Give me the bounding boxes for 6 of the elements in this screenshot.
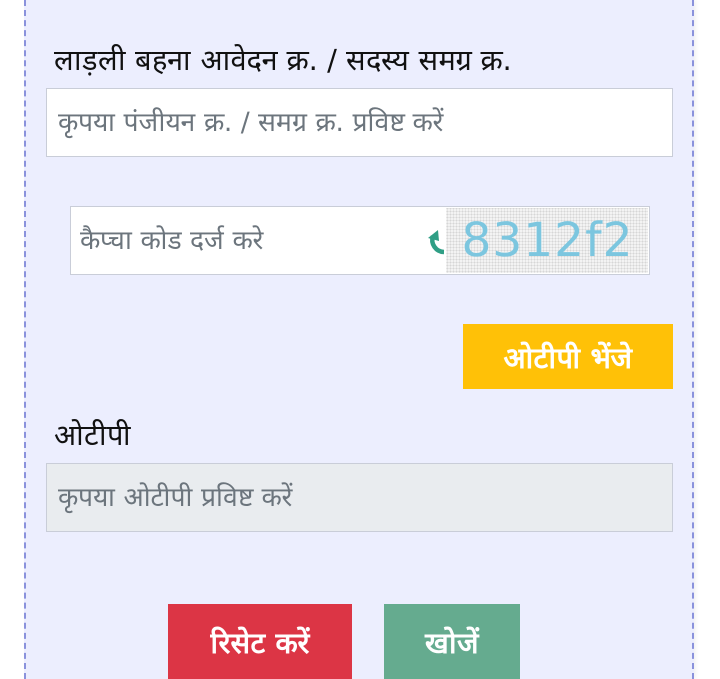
reset-button[interactable]: रिसेट करें <box>168 604 352 679</box>
application-number-input[interactable]: कृपया पंजीयन क्र. / समग्र क्र. प्रविष्ट करें <box>46 88 673 157</box>
field-label: लाड़ली बहना आवेदन क्र. / सदस्य समग्र क्र. <box>54 42 512 78</box>
field-label: ओटीपी <box>54 417 131 453</box>
search-button[interactable]: खोजें <box>384 604 520 679</box>
send-otp-button[interactable]: ओटीपी भेंजे <box>463 324 673 389</box>
